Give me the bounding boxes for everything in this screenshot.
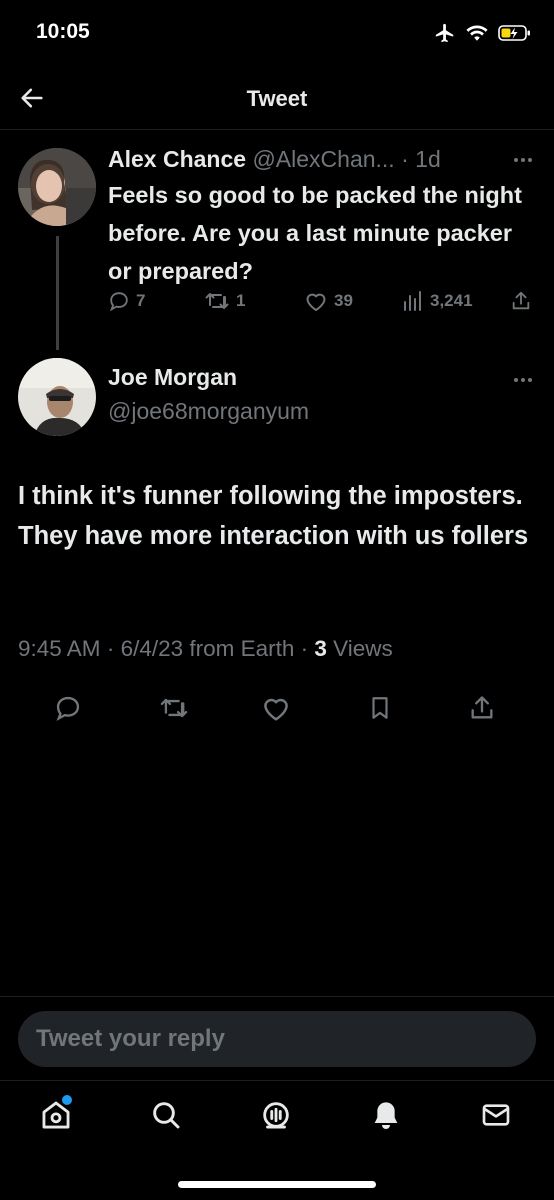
reply-button[interactable] (50, 690, 86, 726)
like-button[interactable]: 39 (304, 290, 353, 312)
bookmark-icon (372, 697, 388, 719)
reply-bar (0, 996, 554, 1080)
heart-icon (264, 698, 288, 721)
views-button[interactable]: 3,241 (402, 290, 473, 312)
notification-dot (62, 1095, 72, 1105)
reply-button[interactable]: 7 (108, 290, 145, 312)
avatar-alex-chance[interactable] (18, 148, 96, 226)
author-handle[interactable]: @joe68morganyum (108, 398, 309, 425)
views-count[interactable]: 3 (314, 636, 327, 661)
author-handle[interactable]: @AlexChan... (252, 146, 394, 172)
reply-count: 7 (136, 291, 146, 310)
status-icons (434, 22, 532, 44)
speech-bubble-icon (109, 292, 128, 312)
main-tweet-text: I think it's funner following the impost… (18, 482, 529, 550)
parent-tweet-actions: 7 1 39 3,241 (108, 290, 538, 322)
envelope-icon (482, 1104, 510, 1126)
avatar-photo (18, 358, 96, 436)
more-options-icon[interactable] (514, 158, 532, 162)
share-button[interactable] (510, 290, 532, 312)
more-options-icon[interactable] (514, 378, 532, 382)
tab-spaces[interactable] (256, 1095, 296, 1135)
airplane-icon (435, 23, 454, 43)
author-name[interactable]: Joe Morgan (108, 364, 237, 390)
speech-bubble-icon (56, 696, 80, 722)
home-indicator (178, 1181, 376, 1188)
separator-dot: · (394, 146, 416, 172)
wifi-icon (466, 25, 488, 41)
tweet-meta: 9:45 AM · 6/4/23 from Earth · 3 Views (18, 636, 393, 662)
reply-input[interactable] (18, 1011, 536, 1067)
tab-notifications[interactable] (366, 1095, 406, 1135)
avatar-joe-morgan[interactable] (18, 358, 96, 436)
share-icon (471, 696, 493, 719)
thread-line (56, 236, 59, 350)
retweet-button[interactable] (156, 690, 192, 726)
like-count: 39 (334, 291, 353, 310)
tab-messages[interactable] (476, 1095, 516, 1135)
main-tweet-actions (0, 690, 554, 726)
battery-charging-icon (498, 25, 530, 41)
header: Tweet (0, 70, 554, 130)
search-icon (153, 1102, 180, 1129)
bookmark-button[interactable] (362, 690, 398, 726)
heart-icon (306, 293, 326, 311)
separator-dot: · (100, 636, 121, 661)
parent-tweet-text: Feels so good to be packed the night bef… (108, 182, 522, 284)
tweet-age: 1d (415, 146, 441, 172)
avatar-photo (18, 148, 96, 226)
views-label[interactable]: Views (327, 636, 393, 661)
share-icon (512, 291, 530, 310)
retweet-icon (205, 293, 229, 309)
author-name[interactable]: Alex Chance (108, 146, 246, 172)
tab-bar (0, 1080, 554, 1200)
status-bar: 10:05 (0, 0, 554, 70)
status-time: 10:05 (36, 20, 90, 43)
bar-chart-icon (404, 291, 421, 311)
page-title: Tweet (246, 86, 308, 111)
views-count: 3,241 (430, 291, 473, 310)
tab-search[interactable] (146, 1095, 186, 1135)
share-button[interactable] (464, 690, 500, 726)
like-button[interactable] (258, 690, 294, 726)
main-tweet-name: Joe Morgan (108, 364, 237, 391)
separator-dot: · (294, 636, 315, 661)
retweet-count: 1 (236, 291, 246, 310)
bell-icon (374, 1102, 398, 1129)
tab-home[interactable] (36, 1095, 76, 1135)
tweet-date-source: 6/4/23 from Earth (120, 636, 295, 661)
tweet-time: 9:45 AM (18, 636, 101, 661)
parent-tweet-header: Alex Chance @AlexChan... · 1d (108, 146, 441, 173)
spaces-icon (263, 1102, 289, 1129)
retweet-button[interactable]: 1 (204, 290, 245, 312)
retweet-icon (160, 698, 188, 718)
